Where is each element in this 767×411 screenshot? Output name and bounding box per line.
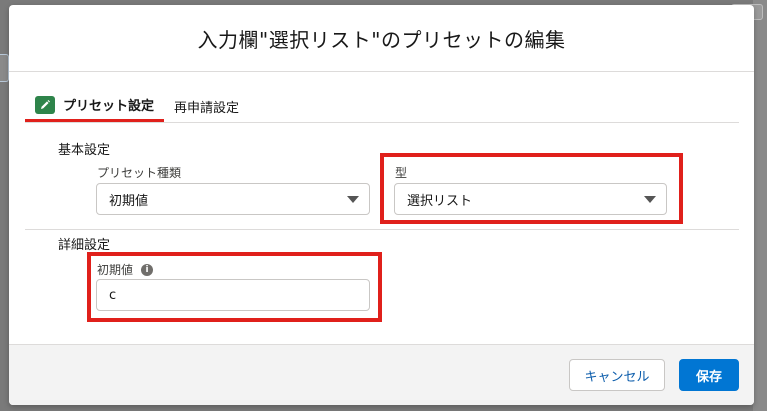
modal-title: 入力欄"選択リスト"のプリセットの編集: [197, 27, 566, 52]
tab-label: 再申請設定: [174, 100, 240, 116]
type-select[interactable]: 選択リスト: [394, 183, 667, 215]
chevron-down-icon: [644, 196, 656, 203]
initial-value-label-text: 初期値: [97, 263, 134, 277]
tab-bar: プリセット設定 再申請設定: [25, 88, 739, 123]
preset-type-label: プリセット種類: [97, 166, 182, 180]
initial-value-label: 初期値 i: [97, 261, 154, 278]
chevron-down-icon: [347, 196, 359, 203]
modal-header: 入力欄"選択リスト"のプリセットの編集: [9, 5, 754, 72]
section-divider: [25, 229, 739, 230]
pencil-icon: [35, 95, 55, 114]
detail-settings-heading: 詳細設定: [58, 238, 111, 253]
preset-type-select[interactable]: 初期値: [96, 183, 370, 215]
initial-value-input[interactable]: [96, 279, 370, 311]
tab-preset-settings[interactable]: プリセット設定: [25, 90, 165, 122]
preset-type-value: 初期値: [109, 193, 149, 209]
background-panel: [753, 0, 767, 411]
edit-preset-modal: 入力欄"選択リスト"のプリセットの編集 プリセット設定 再申請設定 基本設定 プ…: [9, 5, 754, 405]
info-icon[interactable]: i: [141, 263, 154, 276]
cancel-button[interactable]: キャンセル: [569, 359, 665, 391]
type-value: 選択リスト: [407, 193, 473, 209]
type-label: 型: [395, 166, 408, 180]
modal-footer: キャンセル 保存: [9, 344, 754, 405]
save-button[interactable]: 保存: [679, 359, 739, 391]
tab-label: プリセット設定: [63, 99, 155, 114]
background-button: [0, 54, 9, 82]
tab-resubmit-settings[interactable]: 再申請設定: [164, 90, 249, 122]
basic-settings-heading: 基本設定: [58, 143, 111, 158]
